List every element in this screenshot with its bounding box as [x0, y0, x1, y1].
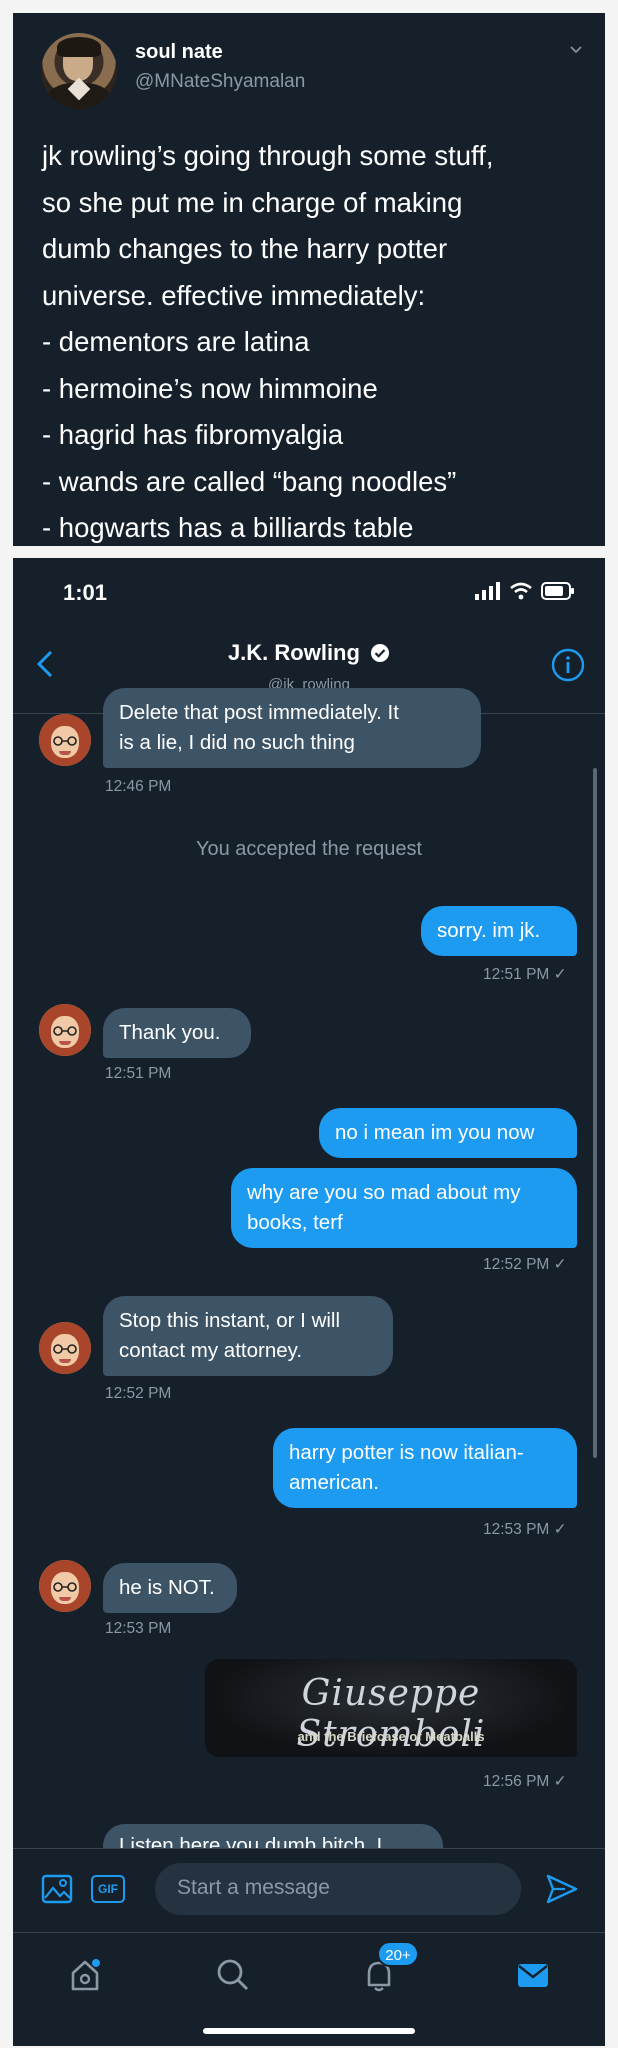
- message-timestamp: 12:46 PM: [105, 778, 172, 795]
- tweet-line: - hermoine’s now himmoine: [42, 372, 378, 404]
- messages-icon[interactable]: [513, 1955, 553, 1995]
- status-bar-icons: [475, 580, 575, 602]
- message-timestamp: 12:51 PM ✓: [483, 966, 567, 983]
- tweet-author-handle[interactable]: @MNateShyamalan: [135, 71, 305, 93]
- message-line: american.: [289, 1471, 380, 1494]
- tweet-line: universe. effective immediately:: [42, 279, 426, 311]
- message-bubble-outgoing[interactable]: no i mean im you now: [319, 1108, 577, 1158]
- notification-count-badge: 20+: [377, 1941, 419, 1967]
- message-line: contact my attorney.: [119, 1339, 303, 1362]
- contact-name-row[interactable]: J.K. Rowling: [13, 640, 605, 666]
- tweet-line: jk rowling’s going through some stuff,: [42, 140, 494, 171]
- home-icon[interactable]: [65, 1955, 105, 1995]
- dm-screen: 1:01 J.K. Rowling @jk_rowling Delete tha…: [13, 558, 605, 2046]
- message-input[interactable]: Start a message: [155, 1863, 521, 1915]
- message-bubble-incoming[interactable]: he is NOT.: [103, 1563, 237, 1613]
- sender-avatar[interactable]: [39, 1322, 91, 1374]
- status-bar-time: 1:01: [63, 580, 108, 605]
- image-attachment[interactable]: Giuseppe Stromboli and the Briefcase of …: [205, 1659, 577, 1757]
- image-subtitle-text: and the Briefcase of Meatballs: [297, 1729, 485, 1744]
- tweet-author-name[interactable]: soul nate: [135, 41, 223, 64]
- message-bubble-incoming[interactable]: Thank you.: [103, 1008, 251, 1058]
- message-bubble-outgoing[interactable]: sorry. im jk.: [421, 906, 577, 956]
- message-line: Stop this instant, or I will: [119, 1309, 341, 1332]
- message-line: sorry. im jk.: [437, 919, 541, 942]
- message-timestamp: 12:52 PM ✓: [483, 1256, 567, 1273]
- send-icon[interactable]: [545, 1873, 579, 1905]
- sender-avatar[interactable]: [39, 1004, 91, 1056]
- message-timestamp: 12:53 PM ✓: [483, 1521, 567, 1538]
- message-line: he is NOT.: [119, 1576, 215, 1599]
- tweet-line: - hogwarts has a billiards table: [42, 512, 414, 543]
- message-bubble-incoming[interactable]: Delete that post immediately. It is a li…: [103, 688, 481, 768]
- message-timestamp: 12:51 PM: [105, 1065, 172, 1082]
- request-accepted-notice: You accepted the request: [195, 838, 423, 860]
- message-line: Delete that post immediately. It: [119, 701, 399, 724]
- battery-icon: [541, 582, 574, 600]
- image-icon[interactable]: [41, 1873, 73, 1905]
- verified-badge-icon: [371, 644, 390, 662]
- tweet-line: dumb changes to the harry potter: [42, 233, 448, 264]
- home-indicator[interactable]: [203, 2028, 415, 2034]
- message-bubble-outgoing[interactable]: harry potter is now italian- american.: [273, 1428, 577, 1508]
- message-timestamp: 12:53 PM: [105, 1620, 172, 1637]
- screenshot-collage: soul nate @MNateShyamalan jk rowling’s g…: [0, 0, 618, 2048]
- message-line: no i mean im you now: [335, 1121, 535, 1144]
- message-line: books, terf: [247, 1211, 343, 1234]
- tweet-line: - hagrid has fibromyalgia: [42, 419, 344, 450]
- gif-button[interactable]: GIF: [91, 1875, 125, 1903]
- message-composer: GIF Start a message: [13, 1848, 605, 1932]
- scrollbar[interactable]: [593, 768, 597, 1458]
- message-line: is a lie, I did no such thing: [119, 731, 355, 754]
- message-bubble-incoming[interactable]: Stop this instant, or I will contact my …: [103, 1296, 393, 1376]
- tweet-author-avatar[interactable]: [41, 33, 117, 109]
- chevron-down-icon[interactable]: [569, 43, 583, 57]
- info-icon[interactable]: [551, 648, 585, 682]
- tweet-line: - wands are called “bang noodles”: [42, 465, 457, 497]
- sender-avatar[interactable]: [39, 714, 91, 766]
- message-line: why are you so mad about my: [247, 1181, 521, 1204]
- message-timestamp: 12:52 PM: [105, 1385, 172, 1402]
- message-timestamp: 12:56 PM ✓: [483, 1773, 567, 1790]
- wifi-icon: [510, 582, 532, 600]
- message-line: harry potter is now italian-: [289, 1441, 524, 1464]
- tweet-line: so she put me in charge of making: [42, 186, 463, 218]
- signal-icon: [475, 582, 500, 600]
- contact-name: J.K. Rowling: [227, 640, 360, 665]
- sender-avatar[interactable]: [39, 1560, 91, 1612]
- tweet-text: jk rowling’s going through some stuff, s…: [42, 133, 592, 552]
- message-bubble-outgoing[interactable]: why are you so mad about my books, terf: [231, 1168, 577, 1248]
- search-icon[interactable]: [213, 1955, 253, 1995]
- tweet-card: soul nate @MNateShyamalan jk rowling’s g…: [13, 13, 605, 546]
- tweet-line: - dementors are latina: [42, 326, 310, 357]
- message-line: Thank you.: [119, 1021, 221, 1044]
